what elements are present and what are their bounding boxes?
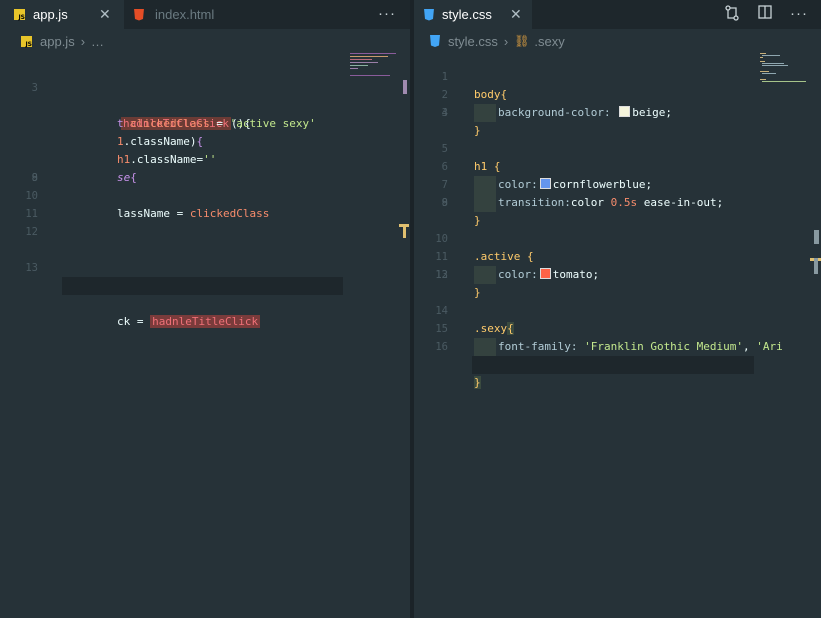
breadcrumb-separator: ›: [80, 33, 86, 49]
line-number: 11: [25, 208, 38, 220]
minimap[interactable]: [350, 53, 402, 93]
scrollbar-thumb[interactable]: [814, 258, 818, 274]
breadcrumb: app.js › …: [0, 29, 410, 53]
line-number: 13: [435, 269, 448, 281]
line-number: 12: [25, 226, 38, 238]
code-editor-style-css[interactable]: 1 body{ 2 background-color: beige; 3 } 4…: [414, 50, 783, 389]
breadcrumb-file[interactable]: app.js: [40, 34, 75, 49]
cursor-marker: [403, 224, 406, 238]
close-tab-icon[interactable]: ✕: [99, 6, 111, 23]
js-file-icon: [21, 35, 32, 48]
breadcrumb-file[interactable]: style.css: [448, 34, 498, 49]
symbol-class-icon: ⛓: [514, 34, 530, 48]
breadcrumb-separator: ›: [503, 33, 509, 49]
more-actions-icon[interactable]: ···: [378, 5, 396, 22]
left-tab-bar: app.js ✕ index.html ···: [0, 0, 410, 29]
js-file-icon: [14, 9, 25, 21]
right-tab-bar: style.css ✕ ···: [414, 0, 821, 29]
match-highlight: hadnleTitleClick: [150, 315, 261, 328]
code-editor-app-js[interactable]: 3 hadnleTitleClick(){ t clickedClass = '…: [0, 61, 345, 328]
line-number: 9: [31, 172, 38, 184]
more-actions-icon[interactable]: ···: [790, 5, 808, 22]
scrollbar-thumb[interactable]: [814, 230, 819, 244]
minimap[interactable]: [760, 53, 810, 93]
html5-file-icon: [134, 8, 144, 21]
breadcrumb-symbol[interactable]: .sexy: [534, 34, 564, 49]
css3-file-icon: [424, 8, 434, 21]
tab-style-css[interactable]: style.css ✕: [414, 0, 532, 29]
scrollbar-thumb[interactable]: [403, 80, 407, 94]
css3-file-icon: [430, 35, 440, 47]
line-number: 16: [435, 341, 448, 353]
open-changes-icon[interactable]: [725, 5, 739, 24]
line-number: 9: [441, 197, 448, 209]
breadcrumb-more[interactable]: …: [91, 34, 104, 49]
current-line-highlight: [62, 277, 343, 295]
line-number: 10: [25, 190, 38, 202]
current-line-highlight: [472, 356, 754, 374]
tab-index-html[interactable]: index.html: [124, 0, 264, 29]
right-editor-group: style.css ✕ ··· style.css › ⛓ .sexy 1 bo…: [414, 0, 821, 618]
line-number: 4: [441, 107, 448, 119]
left-editor-group: app.js ✕ index.html ··· app.js › … 3 had…: [0, 0, 410, 618]
split-editor-icon[interactable]: [758, 5, 772, 22]
line-number: 13: [25, 262, 38, 274]
close-tab-icon[interactable]: ✕: [510, 6, 522, 23]
tab-app-js[interactable]: app.js ✕: [0, 0, 124, 29]
